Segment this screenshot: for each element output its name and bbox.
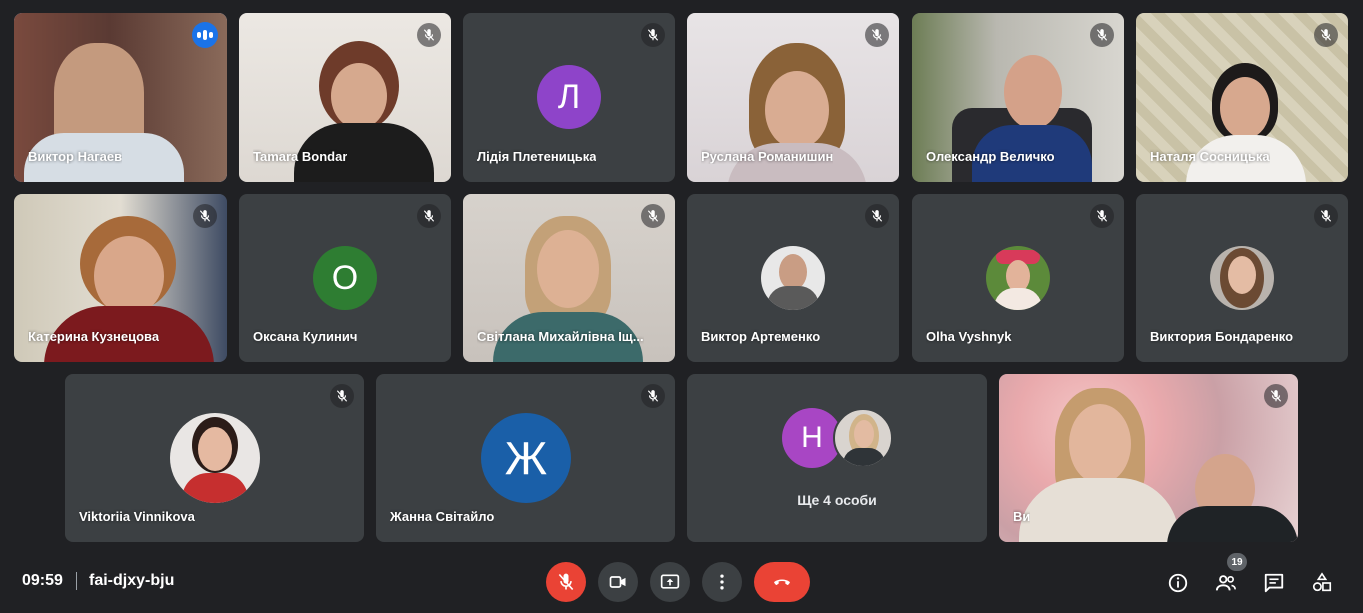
participant-video-person2-body xyxy=(1167,506,1298,542)
participant-tile-tamara-bondar[interactable]: Tamara Bondar xyxy=(239,13,451,182)
avatar: Ж xyxy=(481,413,571,503)
participant-video-person-face xyxy=(1069,404,1131,484)
avatar-face xyxy=(1228,256,1256,294)
mic-off-icon xyxy=(1264,384,1288,408)
avatar xyxy=(1210,246,1274,310)
mic-off-icon xyxy=(417,23,441,47)
avatar-body xyxy=(767,286,819,310)
people-count-badge: 19 xyxy=(1227,553,1247,571)
meeting-code: fai-djxy-bju xyxy=(89,572,175,589)
mic-off-icon xyxy=(865,204,889,228)
participant-tile-self[interactable]: Ви xyxy=(999,374,1298,542)
participant-name: Оксана Кулинич xyxy=(253,329,358,344)
mic-toggle-button[interactable] xyxy=(546,562,586,602)
chat-icon xyxy=(1264,573,1284,593)
participant-tile-lidiia-pletenytska[interactable]: Л Лідія Плетеницька xyxy=(463,13,675,182)
participant-name: Viktoriia Vinnikova xyxy=(79,509,195,524)
mic-off-icon xyxy=(1090,204,1114,228)
participant-video-person-face xyxy=(537,230,599,308)
avatar xyxy=(170,413,260,503)
participant-tile-ruslana-romanyshyn[interactable]: Руслана Романишин xyxy=(687,13,899,182)
mic-off-icon xyxy=(193,204,217,228)
participant-name: Лідія Плетеницька xyxy=(477,149,597,164)
people-icon xyxy=(1215,575,1236,591)
clock: 09:59 xyxy=(22,572,63,589)
avatar: Л xyxy=(537,65,601,129)
participant-video-person-face xyxy=(1004,55,1062,129)
people-button[interactable] xyxy=(1212,569,1240,597)
bottom-toolbar: 09:59 fai-djxy-bju xyxy=(0,552,1363,613)
participant-tile-svitlana-ishch[interactable]: Світлана Михайлівна Іщ... xyxy=(463,194,675,362)
participant-name: Tamara Bondar xyxy=(253,149,348,164)
camera-toggle-button[interactable] xyxy=(598,562,638,602)
avatar-face xyxy=(779,254,807,290)
mic-off-icon xyxy=(1314,204,1338,228)
activities-icon xyxy=(1312,572,1332,592)
avatar-photo xyxy=(833,408,893,468)
participant-tile-viktor-nagaev[interactable]: Виктор Нагаев xyxy=(14,13,227,182)
present-now-button[interactable] xyxy=(650,562,690,602)
mic-off-icon xyxy=(417,204,441,228)
avatar-body xyxy=(994,288,1042,310)
more-options-button[interactable] xyxy=(702,562,742,602)
more-vert-icon xyxy=(720,574,724,590)
camera-icon xyxy=(609,576,626,588)
more-participants-label: Ще 4 особи xyxy=(797,492,877,508)
participant-name: Виктор Нагаев xyxy=(28,149,123,164)
avatar-face xyxy=(854,420,874,448)
participant-video-person-face xyxy=(765,71,829,149)
participant-tile-oleksandr-velychko[interactable]: Олександр Величко xyxy=(912,13,1124,182)
participant-tile-oksana-kulynych[interactable]: О Оксана Кулинич xyxy=(239,194,451,362)
participant-name: Виктор Артеменко xyxy=(701,329,821,344)
avatar xyxy=(986,246,1050,310)
participant-tile-viktor-artemenko[interactable]: Виктор Артеменко xyxy=(687,194,899,362)
participant-tile-viktoriia-vinnikova[interactable]: Viktoriia Vinnikova xyxy=(65,374,364,542)
mic-off-icon xyxy=(558,573,574,591)
participant-name: Катерина Кузнецова xyxy=(28,329,160,344)
more-participants-tile[interactable]: Н Ще 4 особи xyxy=(687,374,987,542)
avatar: О xyxy=(313,246,377,310)
participant-name: Наталя Сосницька xyxy=(1150,149,1270,164)
participant-name: Ви xyxy=(1013,509,1031,524)
avatar-body xyxy=(182,473,248,503)
mic-off-icon xyxy=(330,384,354,408)
mic-off-icon xyxy=(641,384,665,408)
participant-tile-zhanna-svitailo[interactable]: Ж Жанна Світайло xyxy=(376,374,675,542)
audio-wave-icon xyxy=(192,22,218,48)
participant-name: Жанна Світайло xyxy=(390,509,495,524)
participant-name: Olha Vyshnyk xyxy=(926,329,1012,344)
avatar-body xyxy=(843,448,885,466)
participant-tile-viktoriia-bondarenko[interactable]: Виктория Бондаренко xyxy=(1136,194,1348,362)
participant-tile-olha-vyshnyk[interactable]: Olha Vyshnyk xyxy=(912,194,1124,362)
participant-video-person-face xyxy=(94,236,164,316)
participant-name: Руслана Романишин xyxy=(701,149,834,164)
participant-video-person-face xyxy=(1220,77,1270,139)
avatar-face xyxy=(198,427,232,471)
participant-tile-natalia-sosnytska[interactable]: Наталя Сосницька xyxy=(1136,13,1348,182)
mic-off-icon xyxy=(1090,23,1114,47)
participant-tile-kateryna-kuznetsova[interactable]: Катерина Кузнецова xyxy=(14,194,227,362)
chat-button[interactable] xyxy=(1260,569,1288,597)
leave-call-button[interactable] xyxy=(754,562,810,602)
meeting-details-button[interactable] xyxy=(1164,569,1192,597)
present-screen-icon xyxy=(660,574,680,589)
divider xyxy=(76,572,77,590)
participant-name: Виктория Бондаренко xyxy=(1150,329,1294,344)
hang-up-icon xyxy=(774,579,790,585)
mic-off-icon xyxy=(641,204,665,228)
mic-off-icon xyxy=(641,23,665,47)
participant-name: Олександр Величко xyxy=(926,149,1055,164)
info-icon xyxy=(1168,573,1188,593)
activities-button[interactable] xyxy=(1308,569,1336,597)
participant-name: Світлана Михайлівна Іщ... xyxy=(477,329,644,344)
participant-video-person-face xyxy=(331,63,387,129)
mic-off-icon xyxy=(1314,23,1338,47)
mic-off-icon xyxy=(865,23,889,47)
avatar xyxy=(761,246,825,310)
